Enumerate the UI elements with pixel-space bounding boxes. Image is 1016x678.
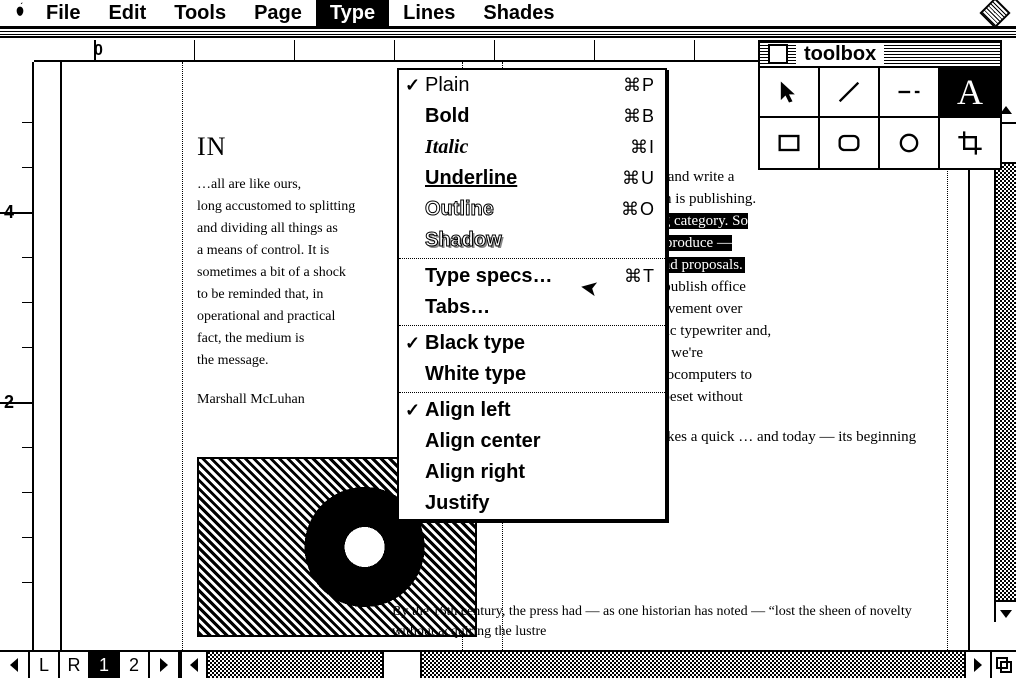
type-menu-dropdown: ✓ Plain ⌘P Bold ⌘B Italic ⌘I Underline ⌘… (397, 68, 667, 521)
apple-icon (10, 0, 30, 20)
resize-handle[interactable] (990, 652, 1016, 678)
horizontal-line-icon (895, 78, 923, 106)
vertical-ruler[interactable]: 4 2 (0, 62, 34, 650)
menu-item-plain[interactable]: ✓ Plain ⌘P (399, 70, 665, 101)
menu-separator (399, 258, 665, 259)
menu-shades[interactable]: Shades (469, 0, 568, 27)
menu-item-align-left[interactable]: ✓ Align left (399, 395, 665, 426)
menu-item-bold[interactable]: Bold ⌘B (399, 101, 665, 132)
column-guide (182, 62, 183, 650)
page-button-r[interactable]: R (60, 652, 90, 678)
diagonal-line-icon (835, 78, 863, 106)
scroll-down-button[interactable] (996, 600, 1016, 622)
rounded-rectangle-icon (835, 129, 863, 157)
rect-tool[interactable] (760, 118, 820, 168)
pointer-tool[interactable] (760, 68, 820, 118)
menu-item-white-type[interactable]: White type (399, 359, 665, 390)
menu-edit[interactable]: Edit (94, 0, 160, 27)
menu-item-shadow[interactable]: Shadow (399, 225, 665, 256)
menu-separator (399, 392, 665, 393)
check-icon: ✓ (405, 400, 420, 421)
menu-item-underline[interactable]: Underline ⌘U (399, 163, 665, 194)
help-icon (979, 0, 1010, 29)
scroll-right-button[interactable] (964, 652, 990, 678)
arrow-left-icon (4, 655, 24, 675)
page-button-2[interactable]: 2 (120, 652, 150, 678)
scroll-left-button[interactable] (182, 652, 208, 678)
menu-type[interactable]: Type (316, 0, 389, 27)
resize-icon (994, 655, 1014, 675)
vertical-scrollbar[interactable] (994, 102, 1016, 622)
rectangle-icon (775, 129, 803, 157)
window-stripes (0, 28, 1016, 38)
toolbox-title: toolbox (796, 43, 884, 66)
crop-tool[interactable] (940, 118, 1000, 168)
arrow-right-icon (968, 655, 988, 675)
menu-item-type-specs[interactable]: Type specs… ⌘T (399, 261, 665, 292)
arrow-down-icon (996, 602, 1016, 622)
scroll-thumb[interactable] (382, 652, 422, 678)
help-menu[interactable] (984, 2, 1008, 24)
menubar: File Edit Tools Page Type Lines Shades (0, 0, 1016, 28)
menu-page[interactable]: Page (240, 0, 316, 27)
toolbox-palette[interactable]: toolbox A (758, 40, 1002, 170)
menu-item-tabs[interactable]: Tabs… (399, 292, 665, 323)
menu-lines[interactable]: Lines (389, 0, 469, 27)
close-button[interactable] (768, 44, 788, 64)
toolbox-titlebar[interactable]: toolbox (760, 42, 1000, 68)
page-button-1[interactable]: 1 (90, 652, 120, 678)
circle-tool[interactable] (880, 118, 940, 168)
horizontal-scrollbar[interactable] (180, 652, 990, 678)
page-button-l[interactable]: L (30, 652, 60, 678)
arrow-right-icon (154, 655, 174, 675)
page-navigation-bar: L R 1 2 (0, 650, 1016, 678)
line-tool[interactable] (820, 68, 880, 118)
crop-icon (956, 129, 984, 157)
menu-separator (399, 325, 665, 326)
check-icon: ✓ (405, 75, 420, 96)
menu-item-align-center[interactable]: Align center (399, 426, 665, 457)
apple-menu[interactable] (8, 0, 32, 26)
body-text: By the 16th century, the press had — as … (392, 602, 938, 642)
menu-item-black-type[interactable]: ✓ Black type (399, 328, 665, 359)
hline-tool[interactable] (880, 68, 940, 118)
text-tool[interactable]: A (940, 68, 1000, 118)
pointer-icon (775, 78, 803, 106)
menu-file[interactable]: File (32, 0, 94, 27)
menu-tools[interactable]: Tools (160, 0, 240, 27)
menu-item-italic[interactable]: Italic ⌘I (399, 132, 665, 163)
roundrect-tool[interactable] (820, 118, 880, 168)
circle-icon (895, 129, 923, 157)
menu-item-align-right[interactable]: Align right (399, 457, 665, 488)
next-page-button[interactable] (150, 652, 180, 678)
prev-page-button[interactable] (0, 652, 30, 678)
menu-item-outline[interactable]: Outline ⌘O (399, 194, 665, 225)
menu-item-justify[interactable]: Justify (399, 488, 665, 519)
check-icon: ✓ (405, 333, 420, 354)
text-tool-icon: A (957, 71, 983, 113)
arrow-left-icon (184, 655, 204, 675)
